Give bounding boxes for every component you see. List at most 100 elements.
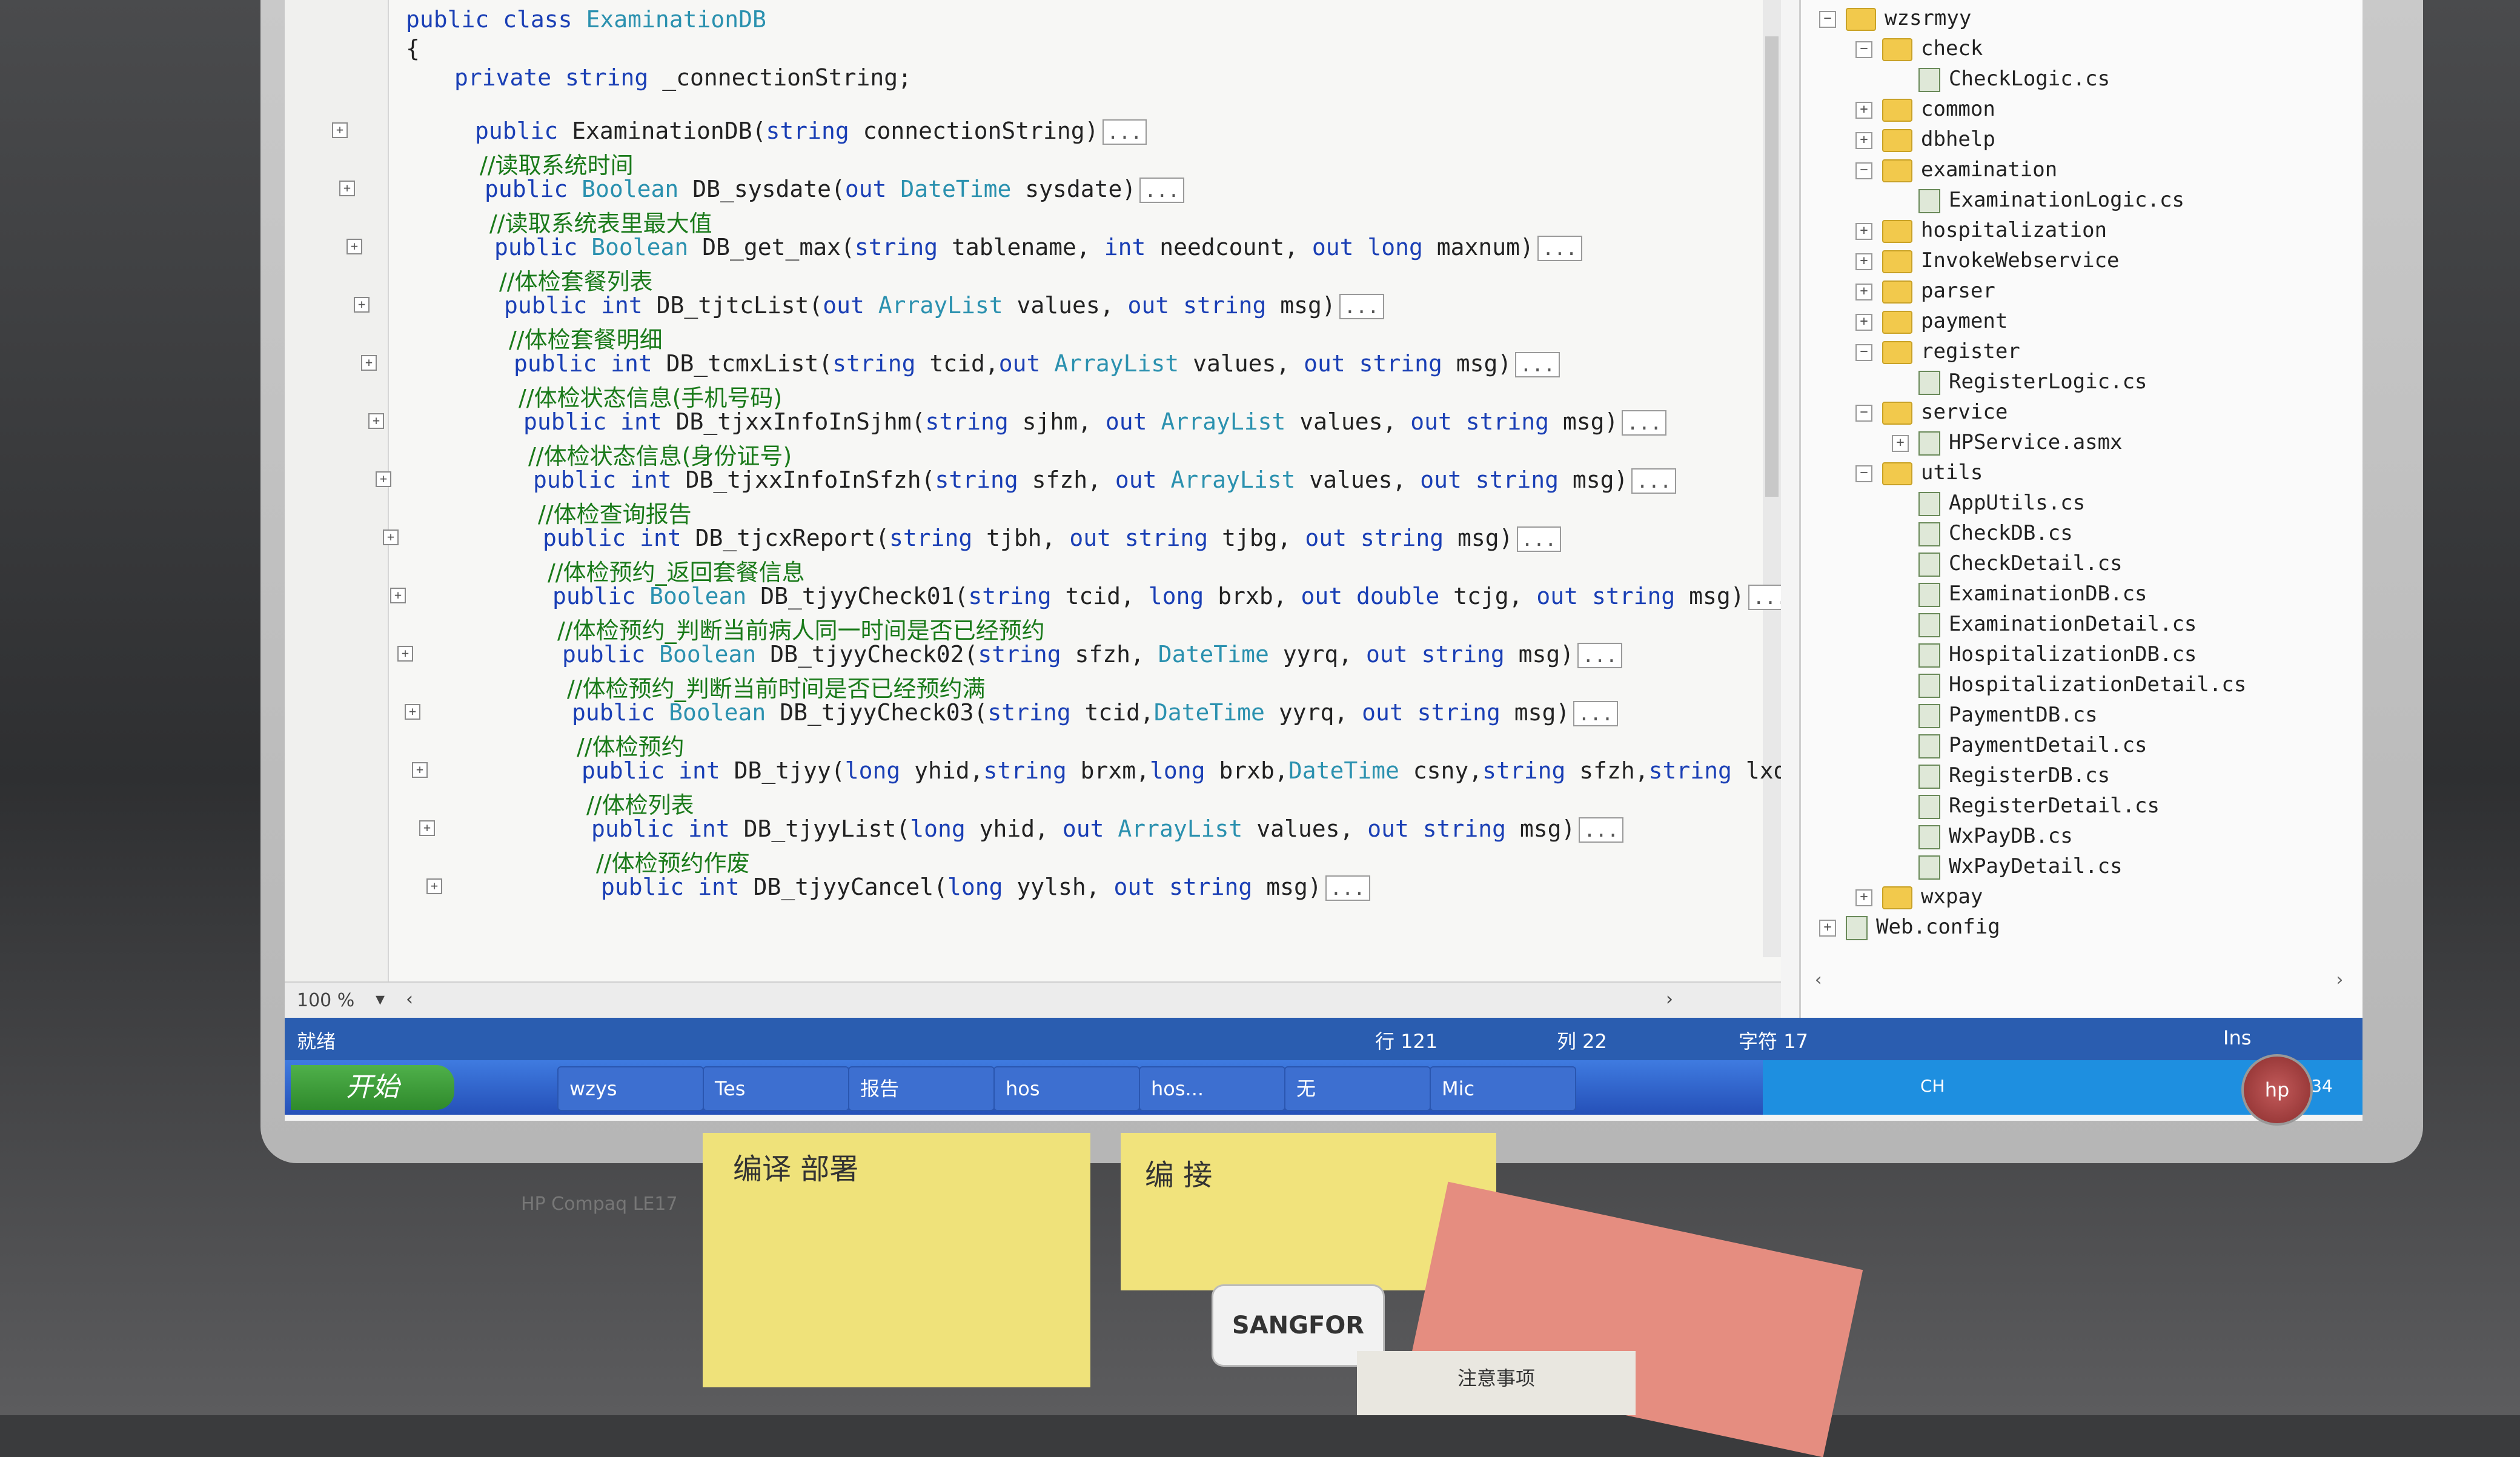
tree-folder-item[interactable]: + InvokeWebservice <box>1855 248 2120 273</box>
taskbar-button[interactable]: wzys <box>557 1066 704 1111</box>
tree-file-item[interactable]: RegisterLogic.cs <box>1892 370 2147 395</box>
expand-region-icon[interactable]: + <box>419 820 435 836</box>
code-comment-line[interactable]: //体检状态信息(身份证号) <box>528 437 792 471</box>
tree-file-item[interactable]: + HPService.asmx <box>1892 430 2123 456</box>
code-line[interactable]: public class ExaminationDB <box>406 6 766 33</box>
collapsed-region-button[interactable]: ... <box>1579 817 1624 843</box>
tree-file-item[interactable]: WxPayDetail.cs <box>1892 854 2123 880</box>
code-editor[interactable]: public class ExaminationDB{private strin… <box>285 0 1781 981</box>
expand-icon[interactable]: + <box>1855 253 1872 270</box>
start-button[interactable]: 开始 <box>291 1065 454 1110</box>
collapsed-region-button[interactable]: ... <box>1339 294 1384 319</box>
tree-folder-item[interactable]: + hospitalization <box>1855 218 2107 243</box>
tree-file-item[interactable]: + Web.config <box>1819 915 2000 940</box>
expand-icon[interactable]: + <box>1892 434 1909 452</box>
collapsed-region-button[interactable]: ... <box>1516 526 1562 552</box>
expand-icon[interactable]: + <box>1819 919 1836 937</box>
tree-file-item[interactable]: ExaminationDetail.cs <box>1892 612 2197 637</box>
expand-region-icon[interactable]: + <box>361 355 377 371</box>
code-comment-line[interactable]: //体检预约_判断当前病人同一时间是否已经预约 <box>557 612 1045 645</box>
code-line[interactable]: public int DB_tjyy(long yhid,string brxm… <box>582 757 1781 784</box>
expand-region-icon[interactable]: + <box>354 297 370 313</box>
expand-region-icon[interactable]: + <box>383 529 399 545</box>
code-line[interactable]: public int DB_tjtcList(out ArrayList val… <box>504 292 1384 319</box>
code-line[interactable]: public int DB_tcmxList(string tcid,out A… <box>514 350 1560 377</box>
code-comment-line[interactable]: //体检预约_判断当前时间是否已经预约满 <box>567 670 986 703</box>
expand-icon[interactable]: + <box>1855 101 1872 119</box>
tree-folder-item[interactable]: − check <box>1855 36 1983 61</box>
expand-icon[interactable]: + <box>1855 313 1872 331</box>
code-comment-line[interactable]: //体检列表 <box>586 786 694 820</box>
expand-icon[interactable]: + <box>1855 283 1872 300</box>
tree-file-item[interactable]: CheckDB.cs <box>1892 521 2073 546</box>
taskbar-button[interactable]: hos <box>993 1066 1140 1111</box>
tree-file-item[interactable]: WxPayDB.cs <box>1892 824 2073 849</box>
scrollbar-thumb[interactable] <box>1765 36 1779 497</box>
code-comment-line[interactable]: //体检查询报告 <box>538 496 692 529</box>
expand-region-icon[interactable]: + <box>397 646 413 662</box>
code-line[interactable]: public Boolean DB_get_max(string tablena… <box>494 234 1582 261</box>
code-line[interactable]: public Boolean DB_tjyyCheck01(string tci… <box>552 583 1781 610</box>
taskbar-button[interactable]: Mic <box>1430 1066 1576 1111</box>
expand-icon[interactable]: + <box>1855 131 1872 149</box>
taskbar-button[interactable]: hos... <box>1139 1066 1285 1111</box>
tree-file-item[interactable]: AppUtils.cs <box>1892 491 2085 516</box>
expand-region-icon[interactable]: + <box>346 239 362 254</box>
expand-icon[interactable]: + <box>1855 222 1872 240</box>
collapse-icon[interactable]: − <box>1855 344 1872 361</box>
collapsed-region-button[interactable]: ... <box>1139 178 1185 203</box>
zoom-level[interactable]: 100 % <box>297 990 354 1011</box>
code-line[interactable]: public int DB_tjcxReport(string tjbh, ou… <box>543 525 1562 552</box>
tree-folder-item[interactable]: − wzsrmyy <box>1819 6 1971 31</box>
code-line[interactable]: private string _connectionString; <box>454 64 912 91</box>
tree-folder-item[interactable]: + parser <box>1855 279 1995 304</box>
tree-file-item[interactable]: ExaminationLogic.cs <box>1892 188 2184 213</box>
scroll-right-icon[interactable]: › <box>2334 969 2345 991</box>
collapsed-region-button[interactable]: ... <box>1631 468 1677 494</box>
collapse-icon[interactable]: − <box>1855 41 1872 58</box>
code-comment-line[interactable]: //体检预约作废 <box>596 845 750 878</box>
collapse-icon[interactable]: − <box>1855 465 1872 482</box>
collapsed-region-button[interactable]: ... <box>1537 236 1582 261</box>
scroll-right-icon[interactable]: › <box>1666 989 1673 1010</box>
code-comment-line[interactable]: //体检套餐列表 <box>499 263 653 296</box>
expand-region-icon[interactable]: + <box>412 762 428 778</box>
scroll-left-icon[interactable]: ‹ <box>1813 969 1824 991</box>
tree-file-item[interactable]: PaymentDetail.cs <box>1892 733 2147 758</box>
tree-folder-item[interactable]: + dbhelp <box>1855 127 1995 152</box>
expand-region-icon[interactable]: + <box>376 471 391 487</box>
taskbar-button[interactable]: 报告 <box>848 1066 995 1111</box>
collapsed-region-button[interactable]: ... <box>1577 643 1622 668</box>
chevron-down-icon[interactable]: ▾ <box>376 989 385 1010</box>
code-line[interactable]: public Boolean DB_tjyyCheck02(string sfz… <box>562 641 1622 668</box>
expand-region-icon[interactable]: + <box>332 122 348 138</box>
tree-folder-item[interactable]: − register <box>1855 339 2020 364</box>
collapse-icon[interactable]: − <box>1855 404 1872 422</box>
input-language[interactable]: CH <box>1920 1076 1945 1096</box>
tree-file-item[interactable]: HospitalizationDetail.cs <box>1892 672 2246 698</box>
code-line[interactable]: public int DB_tjxxInfoInSfzh(string sfzh… <box>533 466 1677 494</box>
expand-region-icon[interactable]: + <box>405 704 420 720</box>
collapsed-region-button[interactable]: ... <box>1748 585 1781 610</box>
collapse-icon[interactable]: − <box>1819 10 1836 28</box>
tree-file-item[interactable]: CheckDetail.cs <box>1892 551 2123 577</box>
code-comment-line[interactable]: //体检状态信息(手机号码) <box>519 379 782 413</box>
collapse-icon[interactable]: − <box>1855 162 1872 179</box>
scroll-left-icon[interactable]: ‹ <box>406 989 413 1010</box>
code-line[interactable]: public int DB_tjyyCancel(long yylsh, out… <box>601 874 1370 901</box>
taskbar-button[interactable]: Tes <box>703 1066 849 1111</box>
taskbar-button[interactable]: 无 <box>1284 1066 1431 1111</box>
tree-file-item[interactable]: ExaminationDB.cs <box>1892 582 2147 607</box>
collapsed-region-button[interactable]: ... <box>1325 875 1370 901</box>
tree-folder-item[interactable]: − service <box>1855 400 2008 425</box>
code-comment-line[interactable]: //体检套餐明细 <box>509 321 663 354</box>
tree-file-item[interactable]: RegisterDetail.cs <box>1892 794 2160 819</box>
collapsed-region-button[interactable]: ... <box>1573 701 1619 726</box>
code-line[interactable]: public int DB_tjyyList(long yhid, out Ar… <box>591 815 1624 843</box>
code-comment-line[interactable]: //读取系统时间 <box>480 147 634 180</box>
code-line[interactable]: public Boolean DB_tjyyCheck03(string tci… <box>572 699 1619 726</box>
code-line[interactable]: public int DB_tjxxInfoInSjhm(string sjhm… <box>523 408 1667 436</box>
expand-region-icon[interactable]: + <box>368 413 384 429</box>
tree-folder-item[interactable]: − utils <box>1855 460 1983 485</box>
tree-file-item[interactable]: RegisterDB.cs <box>1892 763 2110 789</box>
